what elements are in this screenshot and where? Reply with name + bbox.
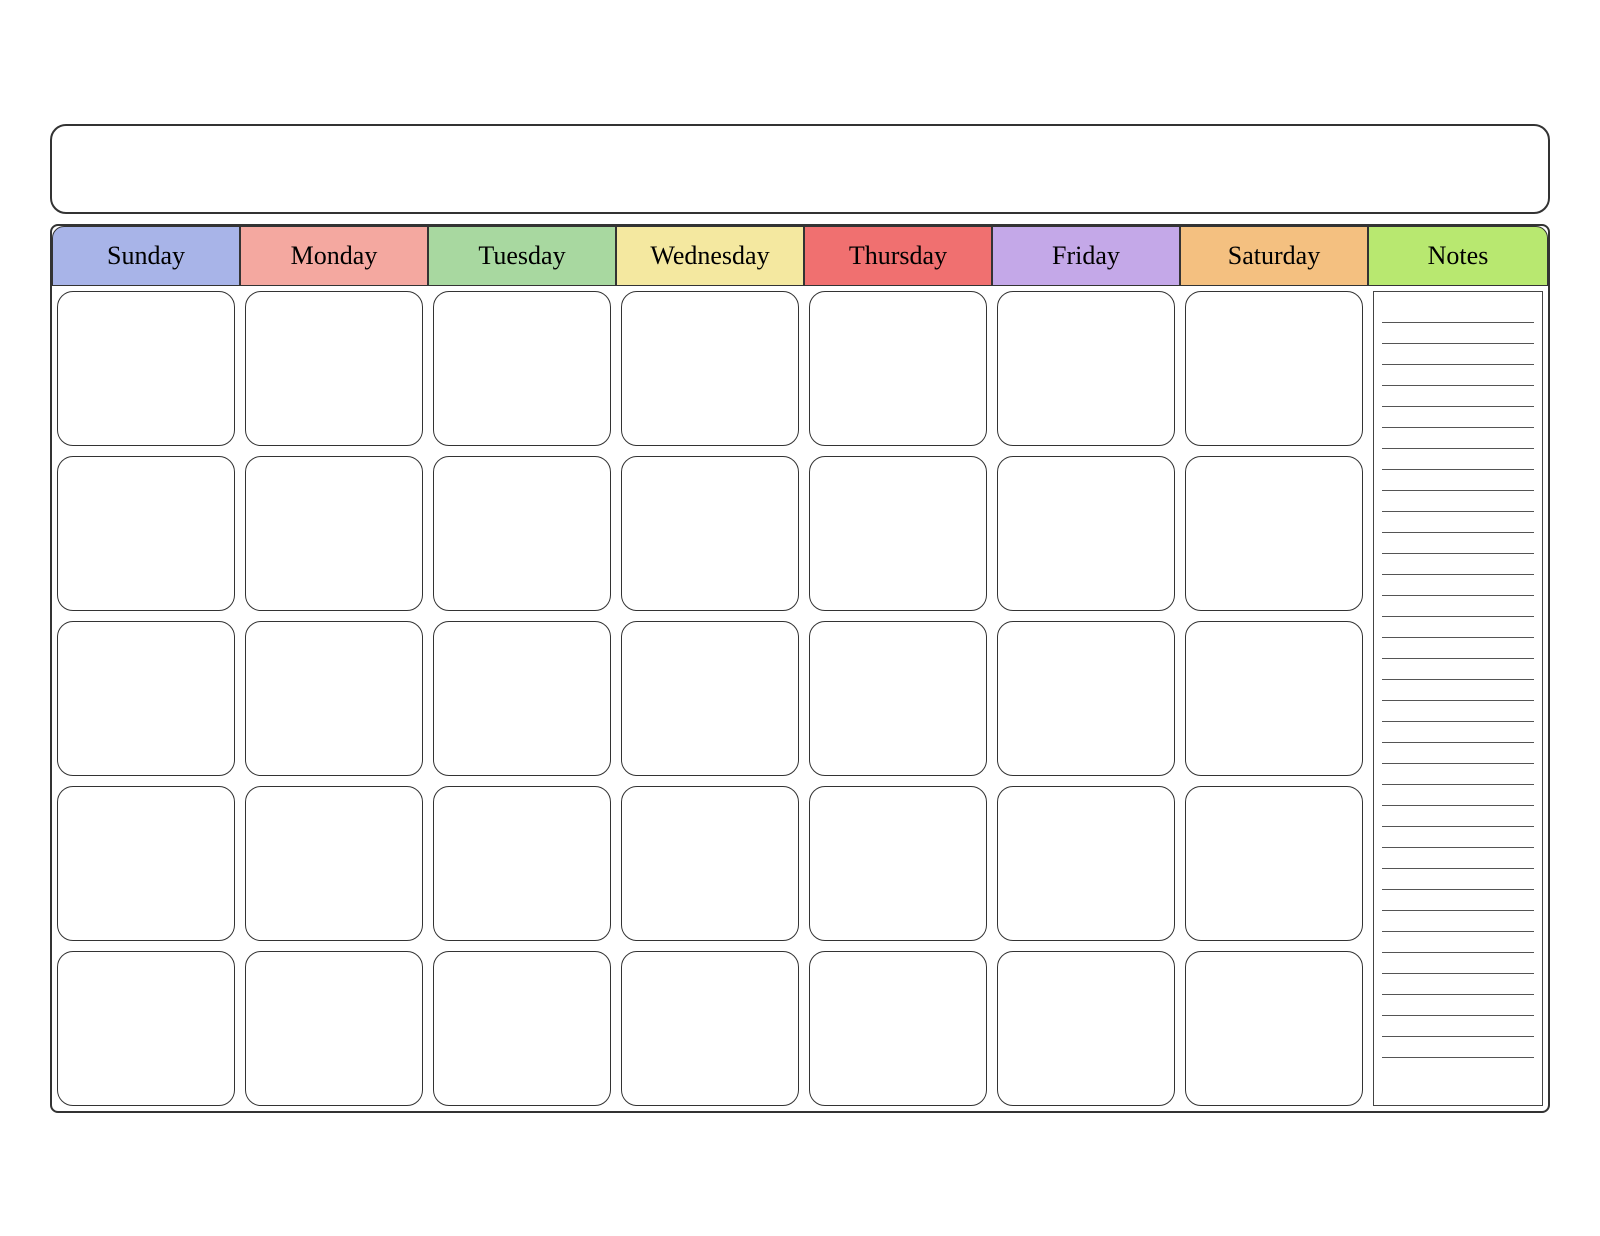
cell-w2-sat[interactable] [1185,456,1363,611]
notes-line [1382,617,1534,638]
cell-w2-tue[interactable] [433,456,611,611]
cell-w2-thu[interactable] [809,456,987,611]
cell-w1-sun[interactable] [57,291,235,446]
header-thursday: Thursday [804,226,992,286]
cell-w4-tue[interactable] [433,786,611,941]
cell-w5-wed[interactable] [621,951,799,1106]
notes-line [1382,869,1534,890]
cell-w5-sun[interactable] [57,951,235,1106]
notes-line [1382,827,1534,848]
cell-w3-wed[interactable] [621,621,799,776]
notes-line [1382,848,1534,869]
notes-line [1382,932,1534,953]
cell-w1-wed[interactable] [621,291,799,446]
notes-column[interactable] [1373,291,1543,1106]
notes-line [1382,680,1534,701]
cell-w1-mon[interactable] [245,291,423,446]
cell-w3-thu[interactable] [809,621,987,776]
notes-line [1382,785,1534,806]
header-saturday: Saturday [1180,226,1368,286]
notes-line [1382,575,1534,596]
notes-line [1382,302,1534,323]
notes-line [1382,470,1534,491]
cell-w3-sun[interactable] [57,621,235,776]
notes-line [1382,743,1534,764]
notes-line [1382,995,1534,1016]
notes-line [1382,638,1534,659]
notes-line [1382,701,1534,722]
header-sunday: Sunday [52,226,240,286]
notes-line [1382,1016,1534,1037]
notes-line [1382,323,1534,344]
calendar-wrapper: Sunday Monday Tuesday Wednesday Thursday… [50,124,1550,1113]
cell-w5-mon[interactable] [245,951,423,1106]
cell-w5-sat[interactable] [1185,951,1363,1106]
notes-line [1382,974,1534,995]
title-bar[interactable] [50,124,1550,214]
notes-line [1382,596,1534,617]
cell-w3-sat[interactable] [1185,621,1363,776]
header-monday: Monday [240,226,428,286]
notes-line [1382,386,1534,407]
notes-line [1382,365,1534,386]
cell-w4-fri[interactable] [997,786,1175,941]
cell-w4-sat[interactable] [1185,786,1363,941]
cell-w2-sun[interactable] [57,456,235,611]
cell-w4-mon[interactable] [245,786,423,941]
notes-line [1382,512,1534,533]
cell-w5-tue[interactable] [433,951,611,1106]
cell-w1-tue[interactable] [433,291,611,446]
notes-line [1382,344,1534,365]
cell-w5-fri[interactable] [997,951,1175,1106]
notes-line [1382,554,1534,575]
cell-w1-thu[interactable] [809,291,987,446]
cell-w1-sat[interactable] [1185,291,1363,446]
notes-line [1382,806,1534,827]
cell-w5-thu[interactable] [809,951,987,1106]
notes-line [1382,911,1534,932]
notes-line [1382,764,1534,785]
cell-w3-tue[interactable] [433,621,611,776]
cell-w3-mon[interactable] [245,621,423,776]
notes-line [1382,722,1534,743]
cell-w4-wed[interactable] [621,786,799,941]
calendar-grid: Sunday Monday Tuesday Wednesday Thursday… [50,224,1550,1113]
header-tuesday: Tuesday [428,226,616,286]
cell-w2-mon[interactable] [245,456,423,611]
notes-line [1382,659,1534,680]
notes-line [1382,953,1534,974]
notes-line [1382,890,1534,911]
header-notes: Notes [1368,226,1548,286]
cell-w2-fri[interactable] [997,456,1175,611]
cell-w3-fri[interactable] [997,621,1175,776]
header-wednesday: Wednesday [616,226,804,286]
notes-line [1382,428,1534,449]
notes-line [1382,491,1534,512]
cell-w1-fri[interactable] [997,291,1175,446]
cell-w4-thu[interactable] [809,786,987,941]
header-friday: Friday [992,226,1180,286]
notes-line [1382,1037,1534,1058]
notes-line [1382,449,1534,470]
notes-line [1382,533,1534,554]
cell-w2-wed[interactable] [621,456,799,611]
cell-w4-sun[interactable] [57,786,235,941]
notes-line [1382,407,1534,428]
